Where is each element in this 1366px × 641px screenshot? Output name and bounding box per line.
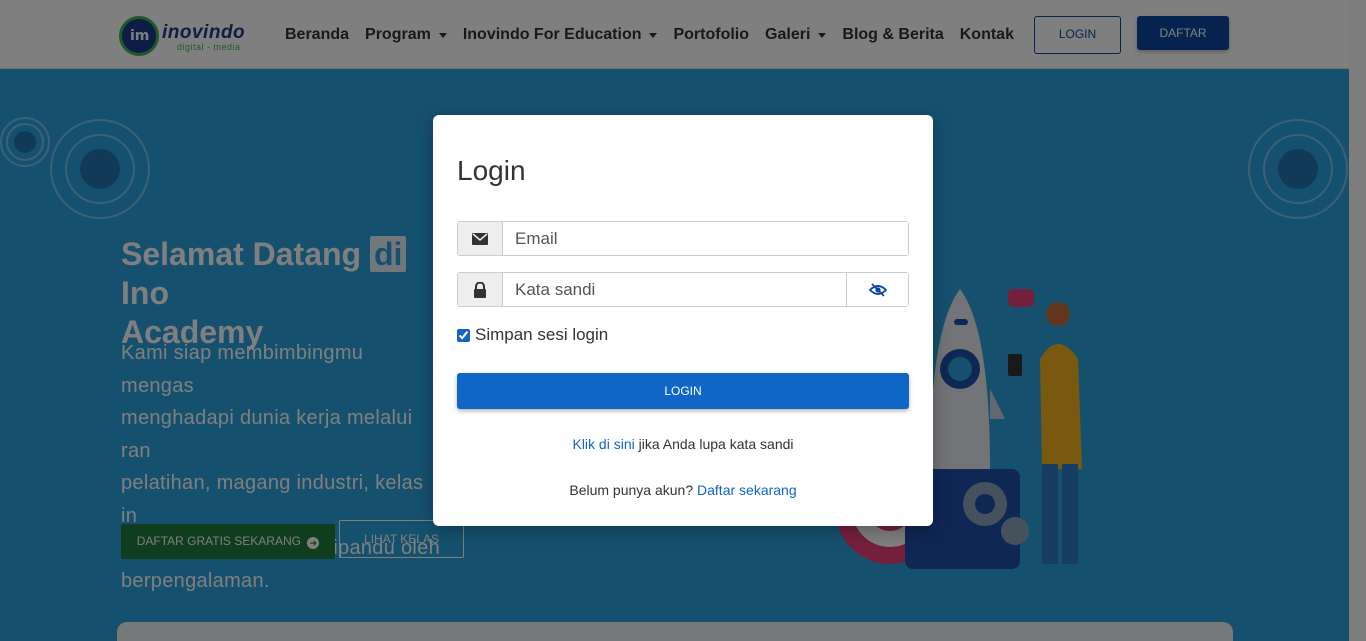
envelope-icon <box>458 222 503 255</box>
login-modal: Login Simpan sesi login LOGIN Klik di si… <box>433 115 933 526</box>
modal-title: Login <box>457 155 526 186</box>
password-field[interactable] <box>503 273 846 306</box>
eye-slash-icon <box>868 282 887 297</box>
remember-session[interactable]: Simpan sesi login <box>457 325 608 345</box>
page-scrollbar[interactable] <box>1349 0 1366 641</box>
register-prompt: Belum punya akun? <box>569 482 694 498</box>
forgot-password-link[interactable]: Klik di sini <box>572 436 634 452</box>
email-field[interactable] <box>503 222 908 255</box>
forgot-password-text: jika Anda lupa kata sandi <box>638 436 794 452</box>
toggle-password-visibility-button[interactable] <box>846 273 908 306</box>
password-input-group <box>457 272 909 307</box>
register-row: Belum punya akun? Daftar sekarang <box>433 482 933 498</box>
register-link[interactable]: Daftar sekarang <box>697 482 797 498</box>
remember-label: Simpan sesi login <box>475 325 609 344</box>
remember-checkbox[interactable] <box>457 328 470 342</box>
forgot-password-row: Klik di sini jika Anda lupa kata sandi <box>433 436 933 452</box>
login-submit-button[interactable]: LOGIN <box>457 373 909 409</box>
lock-icon <box>458 273 503 306</box>
email-input-group <box>457 221 909 256</box>
